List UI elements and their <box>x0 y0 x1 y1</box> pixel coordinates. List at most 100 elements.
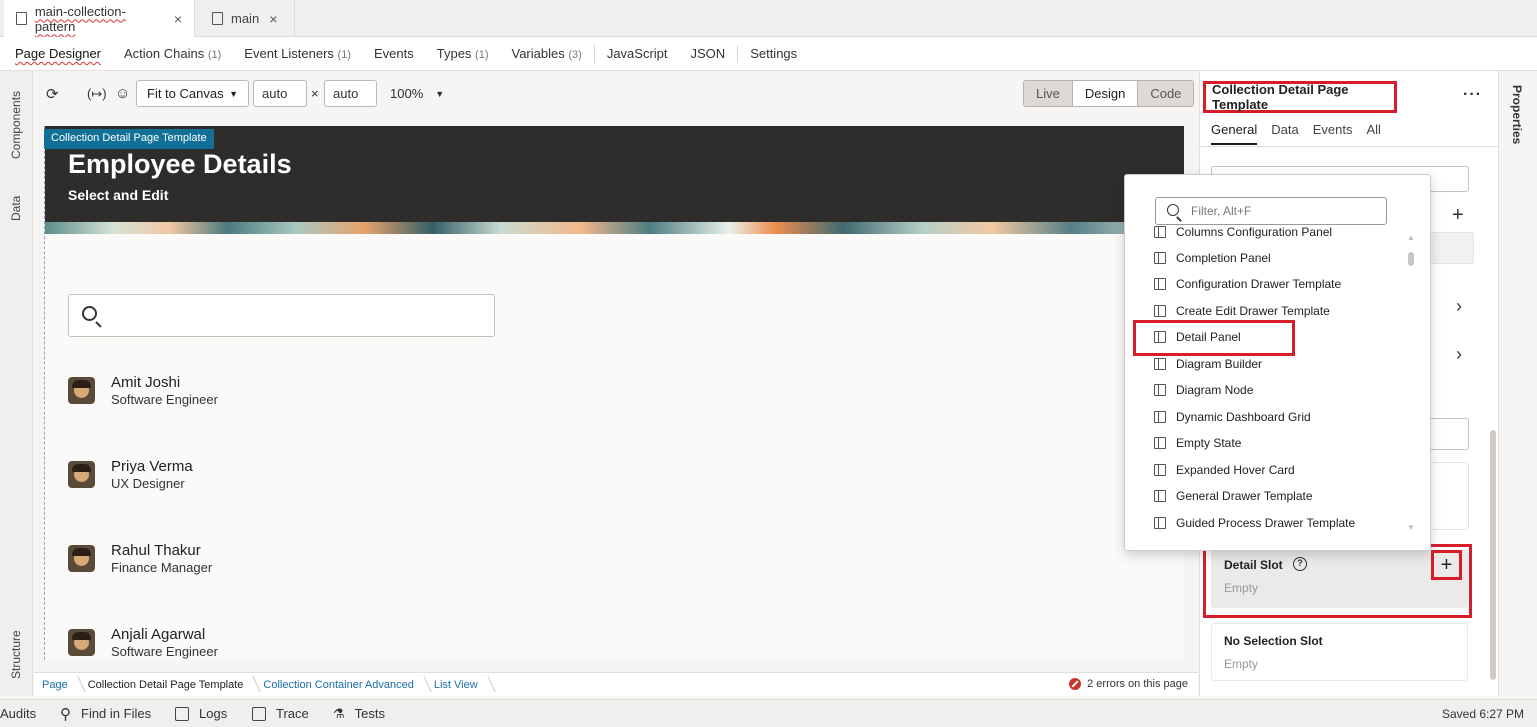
avatar <box>68 629 95 656</box>
trace-label: Trace <box>276 706 309 721</box>
properties-title: Collection Detail Page Template <box>1203 81 1397 113</box>
mode-live[interactable]: Live <box>1024 81 1073 106</box>
list-item[interactable]: Create Edit Drawer Template <box>1154 301 1330 321</box>
add-icon[interactable]: + <box>1452 204 1464 227</box>
rail-data[interactable]: Data <box>9 196 23 221</box>
rail-components[interactable]: Components <box>9 91 23 159</box>
list-item[interactable]: Configuration Drawer Template <box>1154 274 1341 294</box>
close-icon[interactable]: × <box>269 11 277 27</box>
add-detail-slot-button[interactable]: + <box>1431 550 1462 580</box>
no-selection-slot[interactable] <box>1211 623 1468 681</box>
logs-icon <box>175 706 189 721</box>
list-item[interactable]: Diagram Node <box>1154 380 1253 400</box>
tab-all[interactable]: All <box>1366 122 1380 145</box>
list-item[interactable]: Priya Verma UX Designer <box>68 458 468 494</box>
breadcrumb-page[interactable]: Page <box>42 679 82 691</box>
chevron-down-icon: ▼ <box>435 88 445 99</box>
nav-types[interactable]: Types (1) <box>437 46 489 61</box>
nav-json[interactable]: JSON <box>691 46 726 61</box>
avatar <box>68 377 95 404</box>
list-item[interactable]: Dynamic Dashboard Grid <box>1154 407 1311 427</box>
help-icon[interactable]: ? <box>1293 557 1307 571</box>
height-input[interactable]: auto <box>324 80 377 107</box>
list-item[interactable]: Diagram Builder <box>1154 354 1262 374</box>
avatar <box>68 461 95 488</box>
logs-button[interactable]: Logs <box>175 706 227 721</box>
component-label: Configuration Drawer Template <box>1176 277 1342 291</box>
tab-data[interactable]: Data <box>1271 122 1298 145</box>
list-item[interactable]: Amit Joshi Software Engineer <box>68 374 468 410</box>
chevron-down-icon: ▼ <box>229 88 238 99</box>
flow-icon <box>212 12 223 25</box>
scroll-up-icon[interactable]: ▲ <box>1407 233 1415 242</box>
file-tab-main[interactable]: main × <box>200 0 295 37</box>
component-label: Completion Panel <box>1176 251 1271 265</box>
employee-role: Software Engineer <box>111 392 218 407</box>
user-icon[interactable]: ☺ <box>115 85 130 102</box>
breadcrumb-collection-container[interactable]: Collection Container Advanced <box>263 679 427 691</box>
rail-structure[interactable]: Structure <box>9 630 23 679</box>
nav-events[interactable]: Events <box>374 46 414 61</box>
nav-settings[interactable]: Settings <box>750 46 797 61</box>
list-item[interactable]: Guided Process Drawer Template <box>1154 513 1355 533</box>
nav-action-chains[interactable]: Action Chains (1) <box>124 46 221 61</box>
tab-events[interactable]: Events <box>1313 122 1353 145</box>
template-tag[interactable]: Collection Detail Page Template <box>44 129 214 149</box>
list-item[interactable]: Empty State <box>1154 433 1241 453</box>
popup-scrollbar[interactable] <box>1408 252 1414 266</box>
error-icon <box>1069 678 1082 690</box>
errors-indicator[interactable]: 2 errors on this page <box>1069 678 1188 690</box>
list-item[interactable]: Expanded Hover Card <box>1154 460 1295 480</box>
component-icon <box>1154 384 1166 396</box>
filter-input[interactable]: Filter, Alt+F <box>1155 197 1387 225</box>
nav-variables[interactable]: Variables (3) <box>512 46 582 61</box>
trace-button[interactable]: Trace <box>252 706 309 721</box>
width-input[interactable]: auto <box>253 80 307 107</box>
flask-icon: ⚗ <box>333 705 345 721</box>
fit-select[interactable]: Fit to Canvas ▼ <box>136 80 249 107</box>
component-label: Expanded Hover Card <box>1176 463 1295 477</box>
detail-slot-title: Detail Slot <box>1224 558 1283 572</box>
variable-icon[interactable]: (↦) <box>87 86 107 102</box>
audits-button[interactable]: Audits <box>0 706 36 721</box>
status-bar: Audits ⚲ Find in Files Logs Trace ⚗ Tests … <box>0 699 1537 727</box>
mode-code[interactable]: Code <box>1138 81 1194 106</box>
list-item[interactable]: Completion Panel <box>1154 248 1271 268</box>
chevron-right-icon[interactable]: › <box>1456 344 1462 365</box>
file-tab-main-collection-pattern[interactable]: main-collection-pattern × <box>4 0 195 37</box>
search-icon <box>1167 204 1179 216</box>
right-rail: Properties <box>1498 71 1537 696</box>
no-selection-slot-value: Empty <box>1224 657 1259 671</box>
list-item[interactable]: General Drawer Template <box>1154 486 1313 506</box>
component-icon <box>1154 305 1166 317</box>
nav-page-designer[interactable]: Page Designer <box>15 46 101 61</box>
chevron-right-icon[interactable]: › <box>1456 296 1462 317</box>
more-options-icon[interactable]: ··· <box>1463 86 1482 104</box>
list-item[interactable]: Anjali Agarwal Software Engineer <box>68 626 468 660</box>
rail-properties[interactable]: Properties <box>1510 85 1524 144</box>
employee-role: Software Engineer <box>111 644 218 659</box>
list-item[interactable]: Rahul Thakur Finance Manager <box>68 542 468 578</box>
tests-label: Tests <box>354 706 385 721</box>
nav-count: (1) <box>475 49 489 61</box>
list-item[interactable]: Columns Configuration Panel <box>1154 225 1332 242</box>
zoom-select[interactable]: 100% ▼ <box>390 86 444 101</box>
tab-general[interactable]: General <box>1211 122 1258 145</box>
zoom-value: 100% <box>390 86 424 101</box>
tests-button[interactable]: ⚗ Tests <box>333 706 385 722</box>
refresh-icon[interactable]: ⟳ <box>46 85 59 103</box>
component-picker-popup: Filter, Alt+F Columns Configuration Pane… <box>1124 174 1431 551</box>
nav-javascript[interactable]: JavaScript <box>607 46 668 61</box>
scroll-down-icon[interactable]: ▼ <box>1407 523 1415 532</box>
find-in-files-button[interactable]: ⚲ Find in Files <box>60 705 151 723</box>
close-icon[interactable]: × <box>174 11 182 27</box>
properties-scrollbar[interactable] <box>1490 430 1496 680</box>
mode-design[interactable]: Design <box>1072 81 1139 106</box>
component-icon <box>1154 517 1166 529</box>
breadcrumb-list-view[interactable]: List View <box>434 679 492 691</box>
employee-search-input[interactable] <box>68 294 495 337</box>
component-icon <box>1154 278 1166 290</box>
saved-status: Saved 6:27 PM <box>1442 706 1525 721</box>
nav-event-listeners[interactable]: Event Listeners (1) <box>244 46 351 61</box>
breadcrumb-template[interactable]: Collection Detail Page Template <box>88 679 258 691</box>
